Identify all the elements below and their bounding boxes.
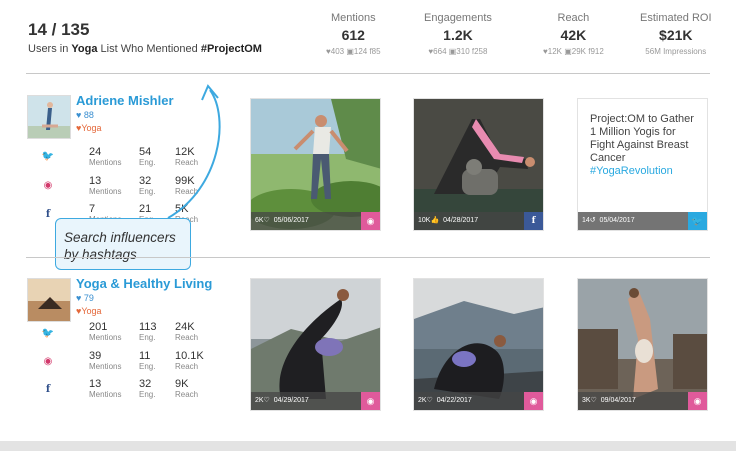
header-subtitle: Users in Yoga List Who Mentioned #Projec… [28, 43, 262, 55]
post-text: Project:OM to Gather 1 Million Yogis for… [590, 113, 694, 177]
stat-mentions: Mentions 612 ♥403 ▣124 f85 [326, 12, 381, 56]
instagram-icon: ◉ [43, 180, 53, 191]
mentions-instagram: 39 Mentions [89, 350, 122, 371]
instagram-icon[interactable]: ◉ [361, 212, 380, 230]
stat-roi: Estimated ROI $21K 56M Impressions [640, 12, 712, 56]
post-card[interactable]: 6K♡ 05/06/2017 ◉ [250, 98, 381, 231]
reach-facebook: 9K Reach [175, 378, 199, 399]
influencer-name[interactable]: Yoga & Healthy Living [76, 276, 212, 291]
instagram-icon[interactable]: ◉ [361, 392, 380, 410]
callout-arrow [167, 84, 221, 219]
mentions-twitter: 201 Mentions [89, 321, 122, 342]
mentions-twitter: 24 Mentions [89, 146, 122, 167]
reach-instagram: 10.1K Reach [175, 350, 204, 371]
avatar[interactable] [27, 95, 71, 139]
twitter-icon[interactable]: 🐦 [688, 212, 707, 230]
stat-reach: Reach 42K ♥12K ▣29K f912 [543, 12, 604, 56]
post-card[interactable]: 3K♡ 09/04/2017 ◉ [577, 278, 708, 411]
callout-tooltip: Search influencers by hashtags [55, 218, 191, 270]
score-icon: ♥ [76, 110, 82, 120]
eng-twitter: 113 Eng. [139, 321, 157, 342]
eng-instagram: 11 Eng. [139, 350, 156, 371]
facebook-icon[interactable]: f [524, 212, 543, 230]
mentions-facebook: 13 Mentions [89, 378, 122, 399]
twitter-icon: 🐦 [41, 151, 55, 162]
divider [26, 73, 710, 74]
twitter-icon: 🐦 [41, 328, 55, 339]
stat-engagements: Engagements 1.2K ♥664 ▣310 f258 [424, 12, 492, 56]
post-card[interactable]: 2K♡ 04/22/2017 ◉ [413, 278, 544, 411]
post-card[interactable]: 10K👍 04/28/2017 f [413, 98, 544, 231]
score-icon: ♥ [76, 293, 82, 303]
facebook-icon: f [45, 384, 51, 395]
list-name-link[interactable]: Yoga [71, 43, 97, 55]
post-card-text[interactable]: Project:OM to Gather 1 Million Yogis for… [577, 98, 708, 231]
post-card[interactable]: 2K♡ 04/29/2017 ◉ [250, 278, 381, 411]
footer-strip [0, 441, 736, 451]
instagram-icon[interactable]: ◉ [688, 392, 707, 410]
facebook-icon: f [45, 209, 51, 220]
mentions-instagram: 13 Mentions [89, 175, 122, 196]
divider [26, 257, 710, 258]
reach-twitter: 24K Reach [175, 321, 199, 342]
user-count: 14 / 135 [28, 20, 90, 39]
hashtag-link[interactable]: #ProjectOM [201, 43, 262, 55]
instagram-icon[interactable]: ◉ [524, 392, 543, 410]
avatar[interactable] [27, 278, 71, 322]
influencer-meta: ♥ 88 ♥Yoga [76, 110, 102, 133]
eng-facebook: 32 Eng. [139, 378, 156, 399]
influencer-meta: ♥ 79 ♥Yoga [76, 293, 102, 316]
instagram-icon: ◉ [43, 356, 53, 367]
hashtag-link[interactable]: #YogaRevolution [590, 165, 673, 177]
